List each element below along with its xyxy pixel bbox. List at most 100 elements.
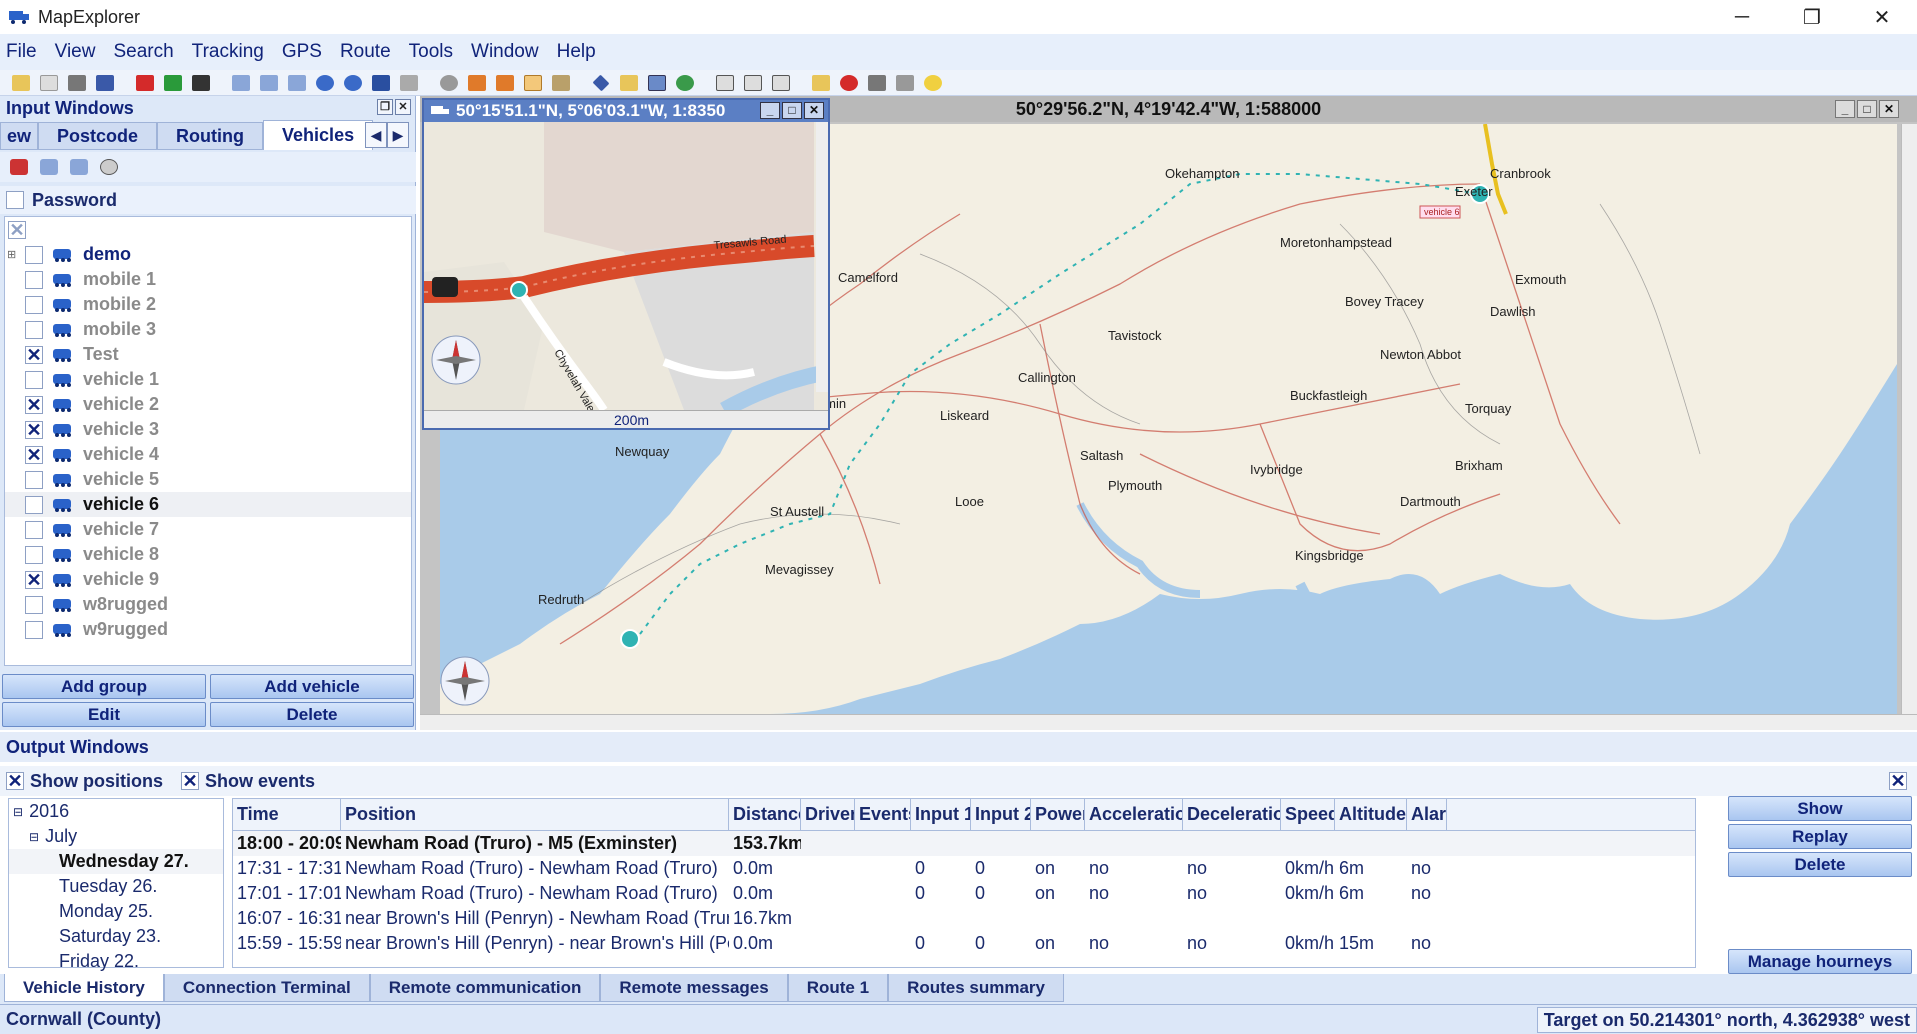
tree-item-checkbox[interactable]: ✕ [25, 420, 43, 439]
tree-item[interactable]: vehicle 7 [5, 517, 411, 542]
window-icon[interactable] [772, 74, 790, 91]
save-icon[interactable] [96, 74, 114, 91]
delete-vehicle-button[interactable]: Delete [210, 702, 414, 727]
tree-item[interactable]: mobile 3 [5, 317, 411, 342]
column-header[interactable]: Power [1031, 799, 1085, 830]
tree-item[interactable]: ✕ vehicle 3 [5, 417, 411, 442]
replay-button[interactable]: Replay [1728, 824, 1912, 849]
column-header[interactable]: Events [855, 799, 911, 830]
refresh-icon[interactable] [344, 74, 362, 91]
menu-search[interactable]: Search [113, 41, 173, 63]
tree-item-checkbox[interactable] [25, 470, 43, 489]
chart-icon[interactable] [868, 74, 886, 91]
lightbulb-icon[interactable] [924, 74, 942, 91]
menu-tracking[interactable]: Tracking [192, 41, 264, 63]
column-header[interactable]: Deceleration [1183, 799, 1281, 830]
tree-item-checkbox[interactable] [25, 370, 43, 389]
tab-postcode[interactable]: Postcode [38, 122, 158, 150]
forward-arrow-icon[interactable] [400, 74, 418, 91]
print-icon[interactable] [68, 74, 86, 91]
tab-routes-summary[interactable]: Routes summary [888, 974, 1064, 1002]
tree-item[interactable]: vehicle 8 [5, 542, 411, 567]
table-row[interactable]: 17:31 - 17:31 Newham Road (Truro) - Newha… [233, 856, 1695, 881]
menu-tools[interactable]: Tools [409, 41, 453, 63]
split-view-icon[interactable] [744, 74, 762, 91]
tree-item[interactable]: vehicle 1 [5, 367, 411, 392]
column-header[interactable]: Position [341, 799, 729, 830]
tab-overview[interactable]: ew [0, 122, 39, 150]
tree-item-checkbox[interactable]: ✕ [25, 445, 43, 464]
tab-route-1[interactable]: Route 1 [787, 974, 889, 1002]
date-day-row[interactable]: Saturday 23. [9, 924, 223, 949]
tree-item-checkbox[interactable] [25, 245, 43, 264]
globe-icon[interactable] [676, 74, 694, 91]
fullscreen-icon[interactable] [716, 74, 734, 91]
menu-route[interactable]: Route [340, 41, 391, 63]
diamond-icon[interactable] [592, 74, 610, 91]
column-header[interactable]: Distance [729, 799, 801, 830]
hand-icon[interactable] [620, 74, 638, 91]
date-day-row[interactable]: Friday 22. [9, 949, 223, 974]
table-row[interactable]: 15:59 - 15:59 near Brown's Hill (Penryn) … [233, 931, 1695, 956]
route-start-marker[interactable] [620, 629, 640, 649]
column-header[interactable]: Time [233, 799, 341, 830]
person-pin-2-icon[interactable] [496, 74, 514, 91]
target-icon[interactable] [840, 74, 858, 91]
detail-minimize-icon[interactable]: _ [760, 102, 780, 119]
tree-item[interactable]: vehicle 5 [5, 467, 411, 492]
column-header[interactable]: Altitude [1335, 799, 1407, 830]
export-icon[interactable] [552, 74, 570, 91]
tree-item[interactable]: ✕ vehicle 4 [5, 442, 411, 467]
person-pin-active-icon[interactable] [524, 74, 542, 91]
column-header[interactable]: Driver [801, 799, 855, 830]
column-header[interactable]: Acceleration [1085, 799, 1183, 830]
main-compass-icon[interactable] [440, 656, 490, 706]
detail-map-canvas[interactable]: Tresawls Road Chyvelah Vale [424, 122, 828, 410]
tree-item-checkbox[interactable]: ✕ [25, 345, 43, 364]
panel-restore-icon[interactable]: ❐ [377, 99, 393, 115]
select-none-icon[interactable] [70, 159, 88, 175]
date-month-row[interactable]: ⊟ July [9, 824, 223, 849]
lock-icon[interactable] [896, 74, 914, 91]
show-button[interactable]: Show [1728, 796, 1912, 821]
settings-icon[interactable] [440, 74, 458, 91]
date-day-row[interactable]: Monday 25. [9, 899, 223, 924]
map-vertical-scrollbar[interactable] [1901, 124, 1917, 714]
green-flag-icon[interactable] [164, 74, 182, 91]
detail-vertical-scrollbar[interactable] [816, 122, 828, 392]
tree-item[interactable]: mobile 2 [5, 292, 411, 317]
tree-item[interactable]: ✕ vehicle 2 [5, 392, 411, 417]
tab-vehicles[interactable]: Vehicles [263, 120, 374, 150]
tree-item-checkbox[interactable] [25, 545, 43, 564]
zoom-fit-icon[interactable] [288, 74, 306, 91]
map-minimize-icon[interactable]: _ [1835, 100, 1855, 118]
show-events-checkbox[interactable]: ✕ [181, 772, 199, 790]
delete-journey-button[interactable]: Delete [1728, 852, 1912, 877]
tab-next-icon[interactable]: ▶ [387, 122, 409, 148]
tree-item-checkbox[interactable] [25, 295, 43, 314]
select-all-icon[interactable] [40, 159, 58, 175]
password-checkbox[interactable] [6, 191, 24, 209]
tree-item-checkbox[interactable] [25, 595, 43, 614]
show-positions-checkbox[interactable]: ✕ [6, 772, 24, 790]
column-header[interactable]: Speed [1281, 799, 1335, 830]
menu-window[interactable]: Window [471, 41, 539, 63]
table-row[interactable]: 16:07 - 16:31 near Brown's Hill (Penryn) … [233, 906, 1695, 931]
tree-item[interactable]: vehicle 6 [5, 492, 411, 517]
tree-item-checkbox[interactable]: ✕ [25, 570, 43, 589]
tree-item[interactable]: mobile 1 [5, 267, 411, 292]
tab-remote-messages[interactable]: Remote messages [600, 974, 788, 1002]
zoom-in-icon[interactable] [232, 74, 250, 91]
detail-close-icon[interactable]: ✕ [804, 102, 824, 119]
back-arrow-icon[interactable] [372, 74, 390, 91]
output-close-icon[interactable]: ✕ [1889, 772, 1907, 790]
tree-item[interactable]: w9rugged [5, 617, 411, 642]
tree-item[interactable]: ✕ Test [5, 342, 411, 367]
detail-maximize-icon[interactable]: □ [782, 102, 802, 119]
tab-vehicle-history[interactable]: Vehicle History [4, 974, 164, 1002]
menu-view[interactable]: View [55, 41, 96, 63]
clock-icon[interactable] [100, 159, 118, 175]
tab-connection-terminal[interactable]: Connection Terminal [163, 974, 370, 1002]
close-button[interactable]: ✕ [1847, 0, 1917, 34]
add-vehicle-button[interactable]: Add vehicle [210, 674, 414, 699]
